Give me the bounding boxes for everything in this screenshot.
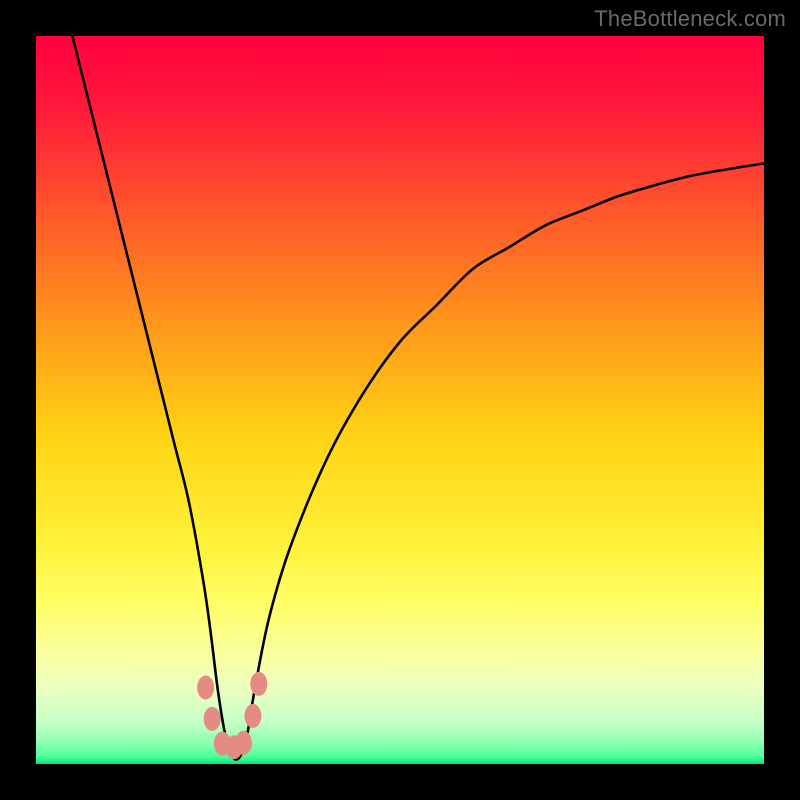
marker-right-upper [250, 672, 267, 696]
marker-right-lower [244, 704, 261, 728]
marker-bottom-3 [235, 731, 252, 755]
plot-area [36, 36, 764, 764]
bottleneck-curve [72, 36, 764, 759]
marker-left-upper [197, 676, 214, 700]
curve-markers [197, 672, 267, 759]
watermark-text: TheBottleneck.com [594, 6, 786, 32]
curve-layer [36, 36, 764, 764]
chart-frame: TheBottleneck.com [0, 0, 800, 800]
marker-left-lower [204, 707, 221, 731]
